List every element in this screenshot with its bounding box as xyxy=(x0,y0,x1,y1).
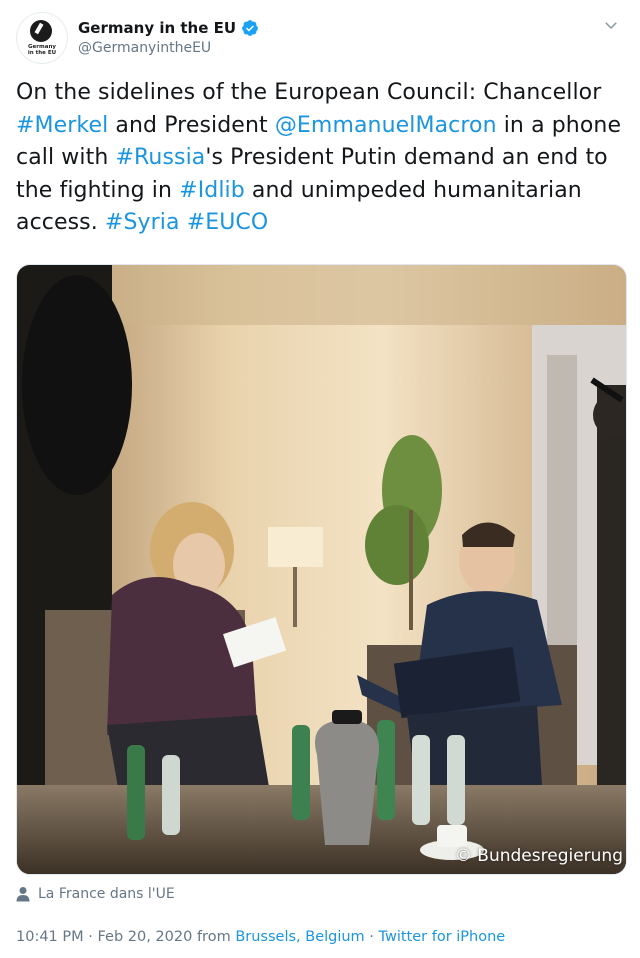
tweet-header: Germany in the EU Germany in the EU @Ger… xyxy=(16,10,624,66)
tweet-meta: 10:41 PM · Feb 20, 2020 from Brussels, B… xyxy=(16,929,505,945)
verified-badge-icon xyxy=(242,20,258,36)
user-handle[interactable]: @GermanyintheEU xyxy=(78,40,211,56)
client-link[interactable]: Twitter for iPhone xyxy=(379,929,506,945)
tweet-link[interactable]: #Russia xyxy=(115,145,205,170)
photo-image xyxy=(17,265,626,874)
tweet-text-segment xyxy=(180,210,187,235)
tweet-link[interactable]: #EUCO xyxy=(187,210,269,235)
meta-from-word: from xyxy=(192,929,236,945)
tweet-link[interactable]: #Merkel xyxy=(16,113,108,138)
photo-credit: © Bundesregierung xyxy=(454,846,623,866)
tweet-link[interactable]: #Syria xyxy=(105,210,180,235)
place-link[interactable]: Brussels, Belgium xyxy=(235,929,364,945)
display-name[interactable]: Germany in the EU xyxy=(78,19,236,37)
meta-separator-2: · xyxy=(364,929,379,945)
meta-separator: · xyxy=(83,929,98,945)
name-row: Germany in the EU xyxy=(78,19,259,37)
tagged-location[interactable]: La France dans l'UE xyxy=(16,886,175,902)
tweet-link[interactable]: @EmmanuelMacron xyxy=(275,113,497,138)
tweet-date[interactable]: Feb 20, 2020 xyxy=(97,929,192,945)
tweet-text-segment: and President xyxy=(108,112,275,138)
tagged-location-label: La France dans l'UE xyxy=(38,886,175,902)
avatar-logo-text: Germany in the EU xyxy=(27,44,57,56)
tweet-text: On the sidelines of the European Council… xyxy=(16,77,624,240)
tweet-text-segment: On the sidelines of the European Council… xyxy=(16,80,602,105)
avatar[interactable]: Germany in the EU xyxy=(16,12,68,64)
logo-mark-icon xyxy=(30,20,52,42)
chevron-down-icon[interactable] xyxy=(602,16,620,34)
tweet-photo[interactable]: © Bundesregierung xyxy=(16,264,627,875)
tweet-time[interactable]: 10:41 PM xyxy=(16,929,84,945)
tweet-link[interactable]: #Idlib xyxy=(179,178,245,203)
person-icon xyxy=(16,887,30,902)
